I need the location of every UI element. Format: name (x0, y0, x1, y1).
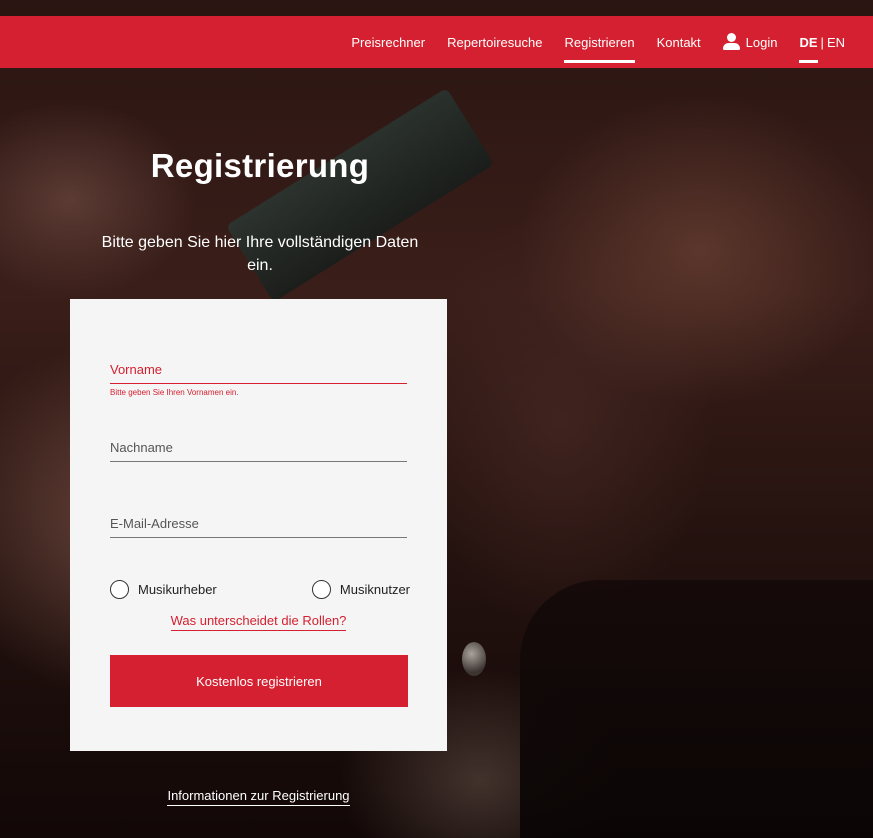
roles-difference-link[interactable]: Was unterscheidet die Rollen? (170, 613, 347, 631)
email-field-group (110, 515, 407, 538)
role-label-musiknutzer: Musiknutzer (339, 582, 410, 597)
role-option-musiknutzer[interactable]: Musiknutzer (311, 580, 410, 599)
vorname-field-group: Bitte geben Sie Ihren Vornamen ein. (110, 361, 407, 397)
roles-info-container: Was unterscheidet die Rollen? (70, 612, 447, 631)
page-title: Registrierung (150, 147, 370, 184)
login-link[interactable]: Login (722, 16, 778, 68)
nav-item-preisrechner[interactable]: Preisrechner (351, 16, 425, 68)
role-selector: Musikurheber Musiknutzer (110, 580, 410, 599)
nachname-input[interactable] (110, 440, 407, 462)
user-icon (722, 33, 740, 51)
role-label-musikurheber: Musikurheber (138, 582, 217, 597)
top-navigation-bar: Preisrechner Repertoiresuche Registriere… (0, 16, 873, 68)
email-input[interactable] (110, 516, 407, 538)
nachname-field-group (110, 439, 407, 462)
lang-de-link[interactable]: DE (799, 16, 818, 68)
radio-musiknutzer[interactable] (311, 580, 331, 599)
vorname-input[interactable] (110, 362, 407, 384)
role-option-musikurheber[interactable]: Musikurheber (110, 580, 217, 599)
guitar-knob-shape (462, 642, 486, 676)
nav-item-kontakt[interactable]: Kontakt (657, 16, 701, 68)
vorname-error-message: Bitte geben Sie Ihren Vornamen ein. (110, 388, 239, 397)
register-button[interactable]: Kostenlos registrieren (110, 655, 408, 707)
page-subtitle: Bitte geben Sie hier Ihre vollständigen … (101, 234, 419, 274)
shirt-shape (520, 580, 873, 838)
registration-form: Bitte geben Sie Ihren Vornamen ein. Musi… (70, 299, 447, 751)
language-switcher: DE | EN (799, 16, 845, 68)
lang-en-link[interactable]: EN (827, 35, 845, 50)
main-nav: Preisrechner Repertoiresuche Registriere… (351, 16, 845, 68)
registration-info-container: Informationen zur Registrierung (70, 787, 447, 806)
nav-item-repertoiresuche[interactable]: Repertoiresuche (447, 16, 542, 68)
registration-info-link[interactable]: Informationen zur Registrierung (167, 788, 350, 806)
nav-item-registrieren[interactable]: Registrieren (564, 16, 635, 68)
radio-musikurheber[interactable] (110, 580, 129, 599)
lang-separator: | (820, 34, 824, 50)
login-label: Login (745, 34, 778, 50)
